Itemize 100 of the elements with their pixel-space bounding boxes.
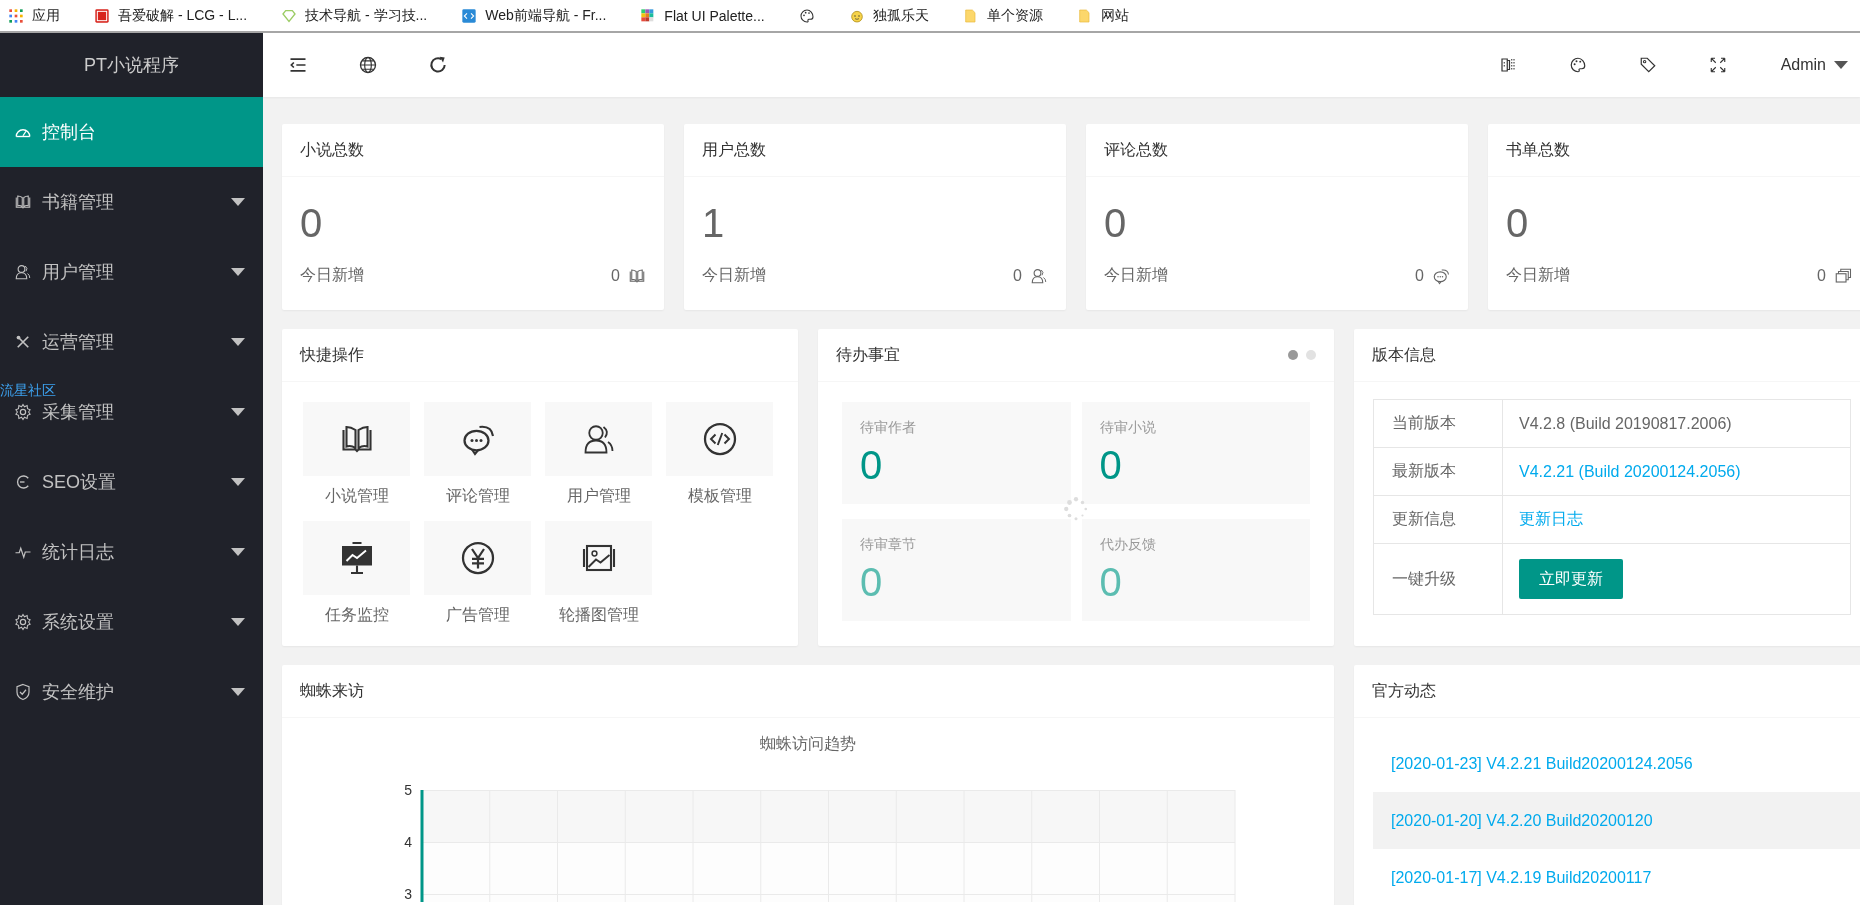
shortcut-tile[interactable] <box>666 402 773 476</box>
gear-icon <box>14 403 32 421</box>
carousel-dot[interactable] <box>1288 350 1298 360</box>
caret-icon <box>231 688 245 696</box>
bookmark-link[interactable]: 应用 <box>32 6 60 25</box>
loading-icon <box>1063 495 1089 522</box>
shortcut-tile[interactable] <box>424 521 531 595</box>
stat-count: 0 <box>611 266 620 285</box>
caret-icon <box>231 618 245 626</box>
menu-icon[interactable] <box>288 55 308 75</box>
todo-count: 0 <box>860 442 884 489</box>
sidebar-item[interactable]: 统计日志 <box>0 532 263 572</box>
chat-icon <box>1432 266 1450 285</box>
axis-label: 3 <box>404 886 412 902</box>
table-cell: 当前版本 <box>1373 399 1503 448</box>
shortcut-label[interactable]: 小说管理 <box>324 486 389 507</box>
stat-label: 今日新增 <box>300 265 364 285</box>
apps-grid-icon[interactable] <box>8 7 24 24</box>
code-icon[interactable] <box>461 7 478 24</box>
card-title: 小说总数 <box>300 139 364 160</box>
table-cell: V4.2.8 (Build 20190817.2006) <box>1502 399 1851 448</box>
caret-icon <box>231 268 245 276</box>
todo-label: 待审章节 <box>860 536 916 552</box>
update-button[interactable]: 立即更新 <box>1519 559 1623 599</box>
todo-label: 待审小说 <box>1099 419 1156 435</box>
sidebar-item[interactable]: 安全维护 <box>0 672 263 712</box>
stat-count: 0 <box>1817 266 1826 285</box>
shortcut-label[interactable]: 模板管理 <box>687 486 752 507</box>
bookmark-link[interactable]: Web前端导航 - Fr... <box>485 6 607 25</box>
bookmark-link[interactable]: 吾爱破解 - LCG - L... <box>118 6 248 25</box>
stat-label: 今日新增 <box>702 265 766 285</box>
todo-tile[interactable]: 待审作者 0 <box>842 402 1071 504</box>
shortcut-label[interactable]: 用户管理 <box>566 486 631 507</box>
bookmark-link[interactable]: 技术导航 - 学习技... <box>305 6 428 25</box>
shortcut-tile[interactable] <box>545 521 652 595</box>
bookmark-link[interactable]: 网站 <box>1100 6 1129 25</box>
badge-icon[interactable] <box>94 7 110 24</box>
stat-count: 0 <box>1013 266 1022 285</box>
carousel-dot[interactable] <box>1306 350 1316 360</box>
sidebar-item[interactable]: SEO设置 <box>0 462 263 502</box>
todo-count: 0 <box>1099 442 1123 489</box>
card-title: 官方动态 <box>1372 680 1436 701</box>
caret-icon <box>231 478 245 486</box>
caret-icon <box>231 198 245 206</box>
table-cell: 一键升级 <box>1373 543 1503 615</box>
shortcut-label[interactable]: 广告管理 <box>445 605 510 626</box>
card-title: 蜘蛛来访 <box>300 680 364 701</box>
palette-icon[interactable] <box>1568 56 1587 74</box>
sidebar-item[interactable]: 书籍管理 <box>0 182 263 222</box>
tag-icon[interactable] <box>1638 56 1657 74</box>
card-title: 待办事宜 <box>836 344 900 365</box>
caret-icon <box>231 548 245 556</box>
shortcut-tile[interactable] <box>303 402 410 476</box>
user-icon <box>14 263 32 281</box>
cards-icon <box>1834 266 1852 285</box>
chart-title: 蜘蛛访问趋势 <box>760 735 856 752</box>
stat-value: 0 <box>300 201 323 245</box>
table-cell: 最新版本 <box>1373 447 1503 496</box>
axis-label: 4 <box>404 834 412 850</box>
card-title: 用户总数 <box>702 139 766 160</box>
shortcut-label[interactable]: 评论管理 <box>445 486 510 507</box>
stat-value: 1 <box>702 201 725 245</box>
notes-icon[interactable] <box>1498 56 1517 74</box>
card-title: 快捷操作 <box>300 344 364 365</box>
card-title: 书单总数 <box>1506 139 1570 160</box>
todo-label: 待审作者 <box>860 419 916 435</box>
bookmark-link[interactable]: Flat UI Palette... <box>664 7 765 24</box>
axis-label: 5 <box>404 782 412 798</box>
sidebar-item[interactable]: 运营管理 <box>0 322 263 362</box>
app-title: PT小说程序 <box>84 54 179 77</box>
user-menu[interactable]: Admin <box>1752 56 1860 74</box>
stat-label: 今日新增 <box>1104 265 1168 285</box>
todo-count: 0 <box>1099 559 1123 606</box>
bookmark-link[interactable]: 单个资源 <box>986 6 1043 25</box>
shortcut-tile[interactable] <box>545 402 652 476</box>
stat-count: 0 <box>1415 266 1424 285</box>
todo-tile[interactable]: 待审小说 0 <box>1081 402 1310 504</box>
sidebar-item[interactable]: 控制台 <box>0 97 263 167</box>
card-title: 评论总数 <box>1104 139 1168 160</box>
card-title: 版本信息 <box>1372 344 1436 365</box>
book-icon <box>14 193 32 211</box>
fullscreen-icon[interactable] <box>1708 56 1727 74</box>
sidebar-item[interactable]: 用户管理 <box>0 252 263 292</box>
code-icon <box>701 421 738 457</box>
shortcut-label[interactable]: 任务监控 <box>324 605 389 626</box>
shield-icon <box>14 683 32 701</box>
stat-label: 今日新增 <box>1506 265 1570 285</box>
sidebar-item[interactable]: 系统设置 <box>0 602 263 642</box>
caret-icon <box>231 338 245 346</box>
shortcut-tile[interactable] <box>424 402 531 476</box>
refresh-icon[interactable] <box>428 55 448 75</box>
community-link[interactable]: 流星社区 <box>0 383 56 397</box>
table-cell: 更新信息 <box>1373 495 1503 544</box>
globe-icon[interactable] <box>358 55 378 75</box>
bookmark-link[interactable]: 独孤乐天 <box>872 6 929 25</box>
palette-icon[interactable] <box>798 7 815 24</box>
tools-icon <box>14 333 32 351</box>
yen-icon <box>459 540 496 576</box>
shortcut-tile[interactable] <box>303 521 410 595</box>
shortcut-label[interactable]: 轮播图管理 <box>558 605 639 626</box>
